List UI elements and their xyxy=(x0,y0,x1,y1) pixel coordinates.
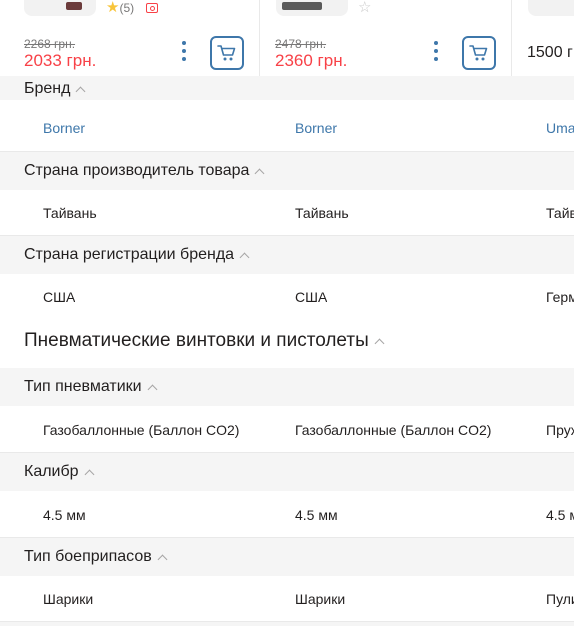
value-text: 4.5 мм xyxy=(43,507,86,523)
group-heading-air-gun-type[interactable]: Тип пневматики xyxy=(0,368,574,406)
product-rating[interactable]: ☆ xyxy=(358,0,371,16)
product-card-2: ☆ 2478 грн. 2360 грн. xyxy=(260,0,512,86)
value-link[interactable]: Uma xyxy=(546,120,574,136)
star-icon: ★ xyxy=(106,0,120,16)
value-text: Шарики xyxy=(43,591,94,607)
value-row-air-gun-type: Газобаллонные (Баллон CO2) Газобаллонные… xyxy=(0,406,574,453)
chevron-up-icon xyxy=(157,554,168,564)
group-heading-brand-registration-country[interactable]: Страна регистрации бренда xyxy=(0,236,574,274)
value-text: 4.5 м xyxy=(546,507,574,523)
section-heading-air-guns[interactable]: Пневматические винтовки и пистолеты xyxy=(24,330,385,352)
value-text: США xyxy=(43,289,76,305)
chevron-up-icon xyxy=(147,384,158,394)
current-price: 1500 г xyxy=(527,44,573,61)
value-text: Пруж xyxy=(546,422,574,438)
group-title: Страна производитель товара xyxy=(24,162,250,179)
current-price: 2360 грн. xyxy=(275,51,348,70)
section-title: Пневматические винтовки и пистолеты xyxy=(24,330,369,351)
next-group-heading xyxy=(0,622,574,626)
product-image-detail xyxy=(282,2,322,10)
product-card-3: 1500 г xyxy=(512,0,574,86)
value-link[interactable]: Borner xyxy=(43,120,85,136)
group-heading-ammo-type[interactable]: Тип боеприпасов xyxy=(0,538,574,576)
group-title: Тип пневматики xyxy=(24,378,142,395)
rating-count: (5) xyxy=(119,1,135,15)
group-heading-caliber[interactable]: Калибр xyxy=(0,453,574,491)
value-text: Тайв xyxy=(546,205,574,221)
value-text: Газобаллонные (Баллон CO2) xyxy=(43,422,240,438)
old-price: 2478 грн. xyxy=(275,37,327,51)
group-title: Бренд xyxy=(24,80,71,97)
value-row-ammo-type: Шарики Шарики Пули xyxy=(0,576,574,622)
value-row-brand: Borner Borner Uma xyxy=(0,100,574,152)
value-text: Тайвань xyxy=(295,205,349,221)
value-text: США xyxy=(295,289,328,305)
more-options-icon[interactable] xyxy=(181,41,187,61)
add-to-cart-button[interactable] xyxy=(210,36,244,70)
value-row-country-of-manufacture: Тайвань Тайвань Тайв xyxy=(0,190,574,236)
compare-products-bar: ★ (5) 2268 грн. 2033 грн. ☆ 2478 грн. 23… xyxy=(0,0,574,86)
old-price: 2268 грн. xyxy=(24,37,76,51)
star-empty-icon: ☆ xyxy=(358,0,372,16)
group-title: Страна регистрации бренда xyxy=(24,246,235,263)
current-price: 2033 грн. xyxy=(24,51,97,70)
group-title: Калибр xyxy=(24,463,79,480)
value-text: 4.5 мм xyxy=(295,507,338,523)
value-text: Тайвань xyxy=(43,205,97,221)
product-image[interactable] xyxy=(276,0,348,16)
value-text: Газобаллонные (Баллон CO2) xyxy=(295,422,492,438)
value-link[interactable]: Borner xyxy=(295,120,337,136)
chevron-up-icon xyxy=(84,469,95,479)
product-image[interactable] xyxy=(528,0,574,16)
more-options-icon[interactable] xyxy=(433,41,439,61)
value-row-caliber: 4.5 мм 4.5 мм 4.5 м xyxy=(0,491,574,538)
add-to-cart-button[interactable] xyxy=(462,36,496,70)
value-row-brand-registration-country: США США Герм xyxy=(0,274,574,320)
value-text: Шарики xyxy=(295,591,346,607)
value-text: Пули xyxy=(546,591,574,607)
product-card-1: ★ (5) 2268 грн. 2033 грн. xyxy=(0,0,260,86)
group-heading-country-of-manufacture[interactable]: Страна производитель товара xyxy=(0,152,574,190)
cart-icon xyxy=(469,45,488,61)
product-image[interactable] xyxy=(24,0,96,16)
cart-icon xyxy=(217,45,236,61)
group-heading-brand[interactable]: Бренд xyxy=(0,76,574,100)
product-rating[interactable]: ★ (5) xyxy=(106,0,159,16)
chevron-up-icon xyxy=(374,338,385,348)
chevron-up-icon xyxy=(254,168,265,178)
gift-icon xyxy=(146,3,159,13)
product-image-detail xyxy=(66,2,82,10)
value-text: Герм xyxy=(546,289,574,305)
chevron-up-icon xyxy=(76,86,86,96)
group-title: Тип боеприпасов xyxy=(24,548,152,565)
chevron-up-icon xyxy=(239,252,250,262)
